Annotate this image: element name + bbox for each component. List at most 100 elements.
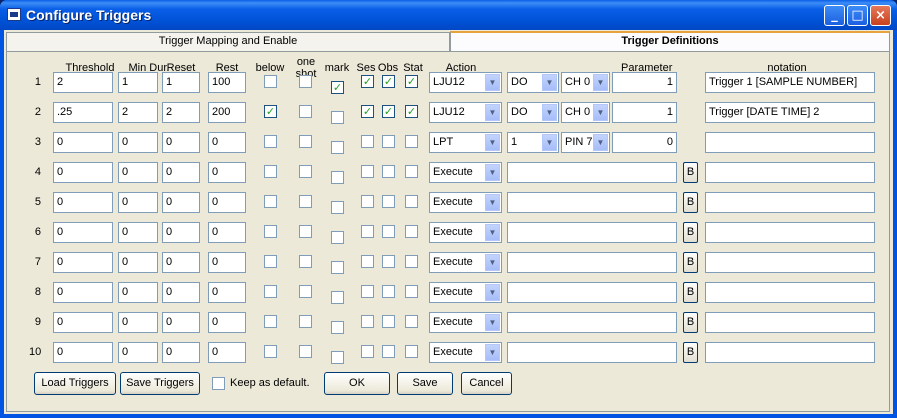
param1-select[interactable]: DO ▼	[507, 72, 559, 93]
mark-checkbox[interactable]	[331, 141, 344, 154]
reset-field[interactable]: 0	[162, 192, 200, 213]
param1-select[interactable]: 1 ▼	[507, 132, 559, 153]
parameter-field[interactable]: 1	[612, 72, 677, 93]
action-select[interactable]: Execute ▼	[429, 222, 502, 243]
one-shot-checkbox[interactable]	[299, 165, 312, 178]
min-dur-field[interactable]: 0	[118, 132, 158, 153]
param1-select[interactable]: DO ▼	[507, 102, 559, 123]
action-select[interactable]: Execute ▼	[429, 312, 502, 333]
below-checkbox[interactable]	[264, 225, 277, 238]
stat-checkbox[interactable]	[405, 225, 418, 238]
ses-checkbox[interactable]	[361, 285, 374, 298]
rest-field[interactable]: 200	[208, 102, 246, 123]
browse-button[interactable]: B	[683, 282, 698, 303]
parameter-field[interactable]	[507, 192, 677, 213]
rest-field[interactable]: 0	[208, 252, 246, 273]
reset-field[interactable]: 2	[162, 102, 200, 123]
stat-checkbox[interactable]	[405, 135, 418, 148]
obs-checkbox[interactable]	[382, 195, 395, 208]
browse-button[interactable]: B	[683, 342, 698, 363]
threshold-field[interactable]: 0	[53, 162, 113, 183]
rest-field[interactable]: 0	[208, 312, 246, 333]
chevron-down-icon[interactable]: ▼	[485, 74, 500, 91]
reset-field[interactable]: 0	[162, 162, 200, 183]
one-shot-checkbox[interactable]	[299, 255, 312, 268]
min-dur-field[interactable]: 0	[118, 312, 158, 333]
ses-checkbox[interactable]	[361, 225, 374, 238]
stat-checkbox[interactable]: ✓	[405, 105, 418, 118]
threshold-field[interactable]: 2	[53, 72, 113, 93]
ses-checkbox[interactable]	[361, 165, 374, 178]
obs-checkbox[interactable]	[382, 315, 395, 328]
tab-trigger-definitions[interactable]: Trigger Definitions	[450, 31, 890, 51]
stat-checkbox[interactable]	[405, 195, 418, 208]
min-dur-field[interactable]: 0	[118, 192, 158, 213]
min-dur-field[interactable]: 0	[118, 342, 158, 363]
below-checkbox[interactable]	[264, 195, 277, 208]
title-bar[interactable]: Configure Triggers _ □ ×	[0, 0, 897, 30]
one-shot-checkbox[interactable]	[299, 135, 312, 148]
action-select[interactable]: LJU12 ▼	[429, 72, 502, 93]
param2-select[interactable]: CH 0 ▼	[561, 72, 610, 93]
ok-button[interactable]: OK	[324, 372, 390, 395]
mark-checkbox[interactable]	[331, 351, 344, 364]
obs-checkbox[interactable]	[382, 135, 395, 148]
ses-checkbox[interactable]	[361, 315, 374, 328]
ses-checkbox[interactable]: ✓	[361, 105, 374, 118]
stat-checkbox[interactable]	[405, 255, 418, 268]
action-select[interactable]: Execute ▼	[429, 252, 502, 273]
reset-field[interactable]: 0	[162, 252, 200, 273]
rest-field[interactable]: 0	[208, 222, 246, 243]
below-checkbox[interactable]	[264, 165, 277, 178]
threshold-field[interactable]: 0	[53, 222, 113, 243]
minimize-button[interactable]: _	[824, 5, 845, 26]
browse-button[interactable]: B	[683, 192, 698, 213]
chevron-down-icon[interactable]: ▼	[485, 284, 500, 301]
keep-default-checkbox[interactable]	[212, 377, 225, 390]
min-dur-field[interactable]: 0	[118, 252, 158, 273]
notation-field[interactable]: Trigger 1 [SAMPLE NUMBER]	[705, 72, 875, 93]
min-dur-field[interactable]: 2	[118, 102, 158, 123]
param2-select[interactable]: CH 0 ▼	[561, 102, 610, 123]
stat-checkbox[interactable]	[405, 165, 418, 178]
parameter-field[interactable]: 0	[612, 132, 677, 153]
one-shot-checkbox[interactable]	[299, 105, 312, 118]
chevron-down-icon[interactable]: ▼	[485, 134, 500, 151]
chevron-down-icon[interactable]: ▼	[485, 254, 500, 271]
stat-checkbox[interactable]	[405, 285, 418, 298]
obs-checkbox[interactable]: ✓	[382, 75, 395, 88]
below-checkbox[interactable]	[264, 285, 277, 298]
param2-select[interactable]: PIN 7 ▼	[561, 132, 610, 153]
parameter-field[interactable]	[507, 342, 677, 363]
one-shot-checkbox[interactable]	[299, 285, 312, 298]
chevron-down-icon[interactable]: ▼	[485, 104, 500, 121]
below-checkbox[interactable]	[264, 135, 277, 148]
save-button[interactable]: Save	[397, 372, 453, 395]
chevron-down-icon[interactable]: ▼	[593, 74, 608, 91]
chevron-down-icon[interactable]: ▼	[485, 314, 500, 331]
action-select[interactable]: Execute ▼	[429, 342, 502, 363]
below-checkbox[interactable]	[264, 345, 277, 358]
maximize-button[interactable]: □	[847, 5, 868, 26]
action-select[interactable]: LJU12 ▼	[429, 102, 502, 123]
threshold-field[interactable]: 0	[53, 192, 113, 213]
parameter-field[interactable]	[507, 282, 677, 303]
rest-field[interactable]: 0	[208, 132, 246, 153]
notation-field[interactable]	[705, 312, 875, 333]
ses-checkbox[interactable]: ✓	[361, 75, 374, 88]
mark-checkbox[interactable]: ✓	[331, 81, 344, 94]
reset-field[interactable]: 0	[162, 342, 200, 363]
browse-button[interactable]: B	[683, 252, 698, 273]
tab-trigger-mapping[interactable]: Trigger Mapping and Enable	[6, 32, 450, 51]
action-select[interactable]: Execute ▼	[429, 282, 502, 303]
obs-checkbox[interactable]	[382, 285, 395, 298]
mark-checkbox[interactable]	[331, 321, 344, 334]
one-shot-checkbox[interactable]	[299, 345, 312, 358]
one-shot-checkbox[interactable]	[299, 195, 312, 208]
min-dur-field[interactable]: 0	[118, 282, 158, 303]
notation-field[interactable]	[705, 252, 875, 273]
below-checkbox[interactable]	[264, 315, 277, 328]
obs-checkbox[interactable]	[382, 255, 395, 268]
chevron-down-icon[interactable]: ▼	[593, 134, 608, 151]
browse-button[interactable]: B	[683, 222, 698, 243]
